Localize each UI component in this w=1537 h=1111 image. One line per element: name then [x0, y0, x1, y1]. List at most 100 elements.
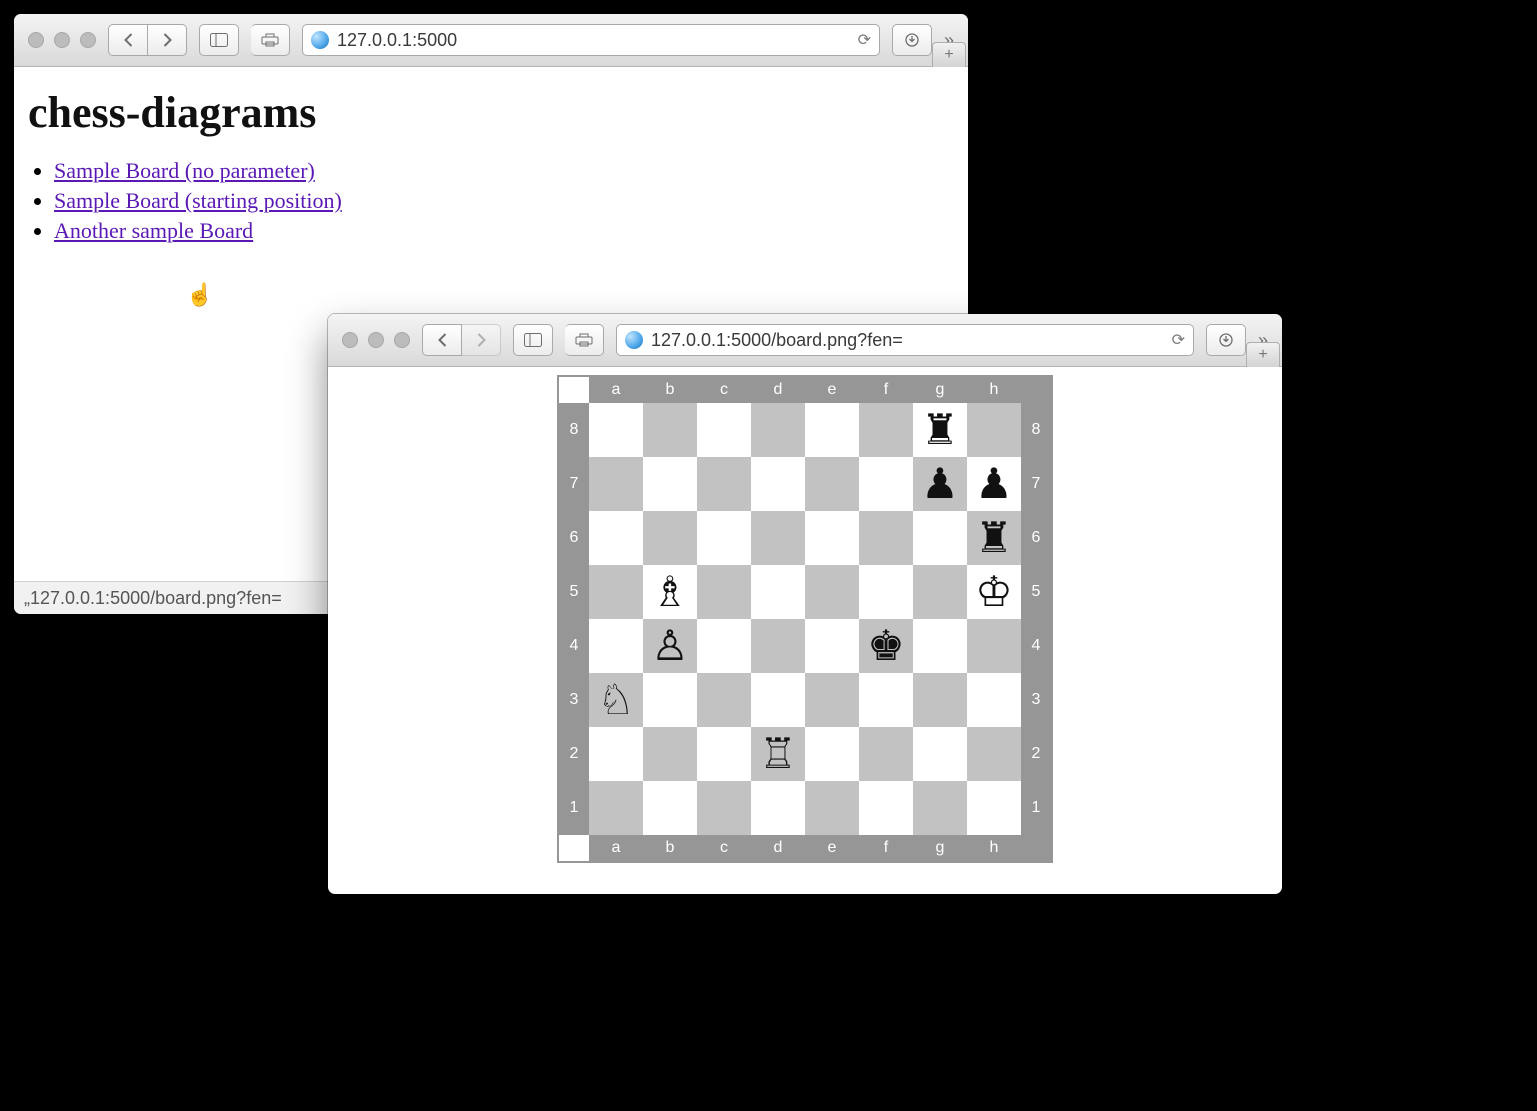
new-tab-button[interactable]: +	[932, 42, 966, 67]
forward-button[interactable]	[148, 24, 187, 56]
square-h8	[967, 403, 1021, 457]
sidebar-button[interactable]	[199, 24, 239, 56]
file-label: b	[643, 835, 697, 861]
file-label: d	[751, 835, 805, 861]
address-bar[interactable]: 127.0.0.1:5000/board.png?fen= ⟳	[616, 324, 1194, 356]
rank-label: 4	[1021, 619, 1051, 673]
square-f4: ♚	[859, 619, 913, 673]
rank-label: 2	[559, 727, 589, 781]
rank-label: 5	[559, 565, 589, 619]
square-d1	[751, 781, 805, 835]
square-h2	[967, 727, 1021, 781]
browser-window-board: 127.0.0.1:5000/board.png?fen= ⟳ » + abcd…	[328, 314, 1282, 894]
square-a3: ♘	[589, 673, 643, 727]
status-text: „127.0.0.1:5000/board.png?fen=	[24, 588, 282, 609]
square-h5: ♔	[967, 565, 1021, 619]
file-label: h	[967, 835, 1021, 861]
square-c7	[697, 457, 751, 511]
square-g2	[913, 727, 967, 781]
file-label: f	[859, 835, 913, 861]
sidebar-button[interactable]	[513, 324, 553, 356]
square-f6	[859, 511, 913, 565]
rank-label: 3	[559, 673, 589, 727]
square-f1	[859, 781, 913, 835]
rank-label: 5	[1021, 565, 1051, 619]
square-g3	[913, 673, 967, 727]
square-d2: ♖	[751, 727, 805, 781]
square-b2	[643, 727, 697, 781]
square-c5	[697, 565, 751, 619]
square-c1	[697, 781, 751, 835]
square-a2	[589, 727, 643, 781]
square-a6	[589, 511, 643, 565]
zoom-dot[interactable]	[394, 332, 410, 348]
square-g1	[913, 781, 967, 835]
minimize-dot[interactable]	[54, 32, 70, 48]
square-e8	[805, 403, 859, 457]
square-f3	[859, 673, 913, 727]
file-label: a	[589, 835, 643, 861]
file-label: a	[589, 377, 643, 403]
globe-icon	[311, 31, 329, 49]
file-label: g	[913, 835, 967, 861]
zoom-dot[interactable]	[80, 32, 96, 48]
square-h6: ♜	[967, 511, 1021, 565]
rank-label: 6	[1021, 511, 1051, 565]
square-b6	[643, 511, 697, 565]
file-label: e	[805, 377, 859, 403]
rank-label: 2	[1021, 727, 1051, 781]
address-bar[interactable]: 127.0.0.1:5000 ⟳	[302, 24, 880, 56]
rank-label: 8	[1021, 403, 1051, 457]
square-d3	[751, 673, 805, 727]
close-dot[interactable]	[342, 332, 358, 348]
back-button[interactable]	[108, 24, 148, 56]
square-d8	[751, 403, 805, 457]
square-f7	[859, 457, 913, 511]
square-g4	[913, 619, 967, 673]
downloads-button[interactable]	[892, 24, 932, 56]
list-item: Sample Board (starting position)	[54, 188, 954, 214]
back-button[interactable]	[422, 324, 462, 356]
square-c8	[697, 403, 751, 457]
square-a5	[589, 565, 643, 619]
file-label: h	[967, 377, 1021, 403]
hand-cursor-icon: ☝	[186, 282, 213, 308]
square-a1	[589, 781, 643, 835]
square-a4	[589, 619, 643, 673]
square-e5	[805, 565, 859, 619]
page-body-board: abcdefgh8♜87♟♟76♜65♗♔54♙♚43♘32♖211abcdef…	[328, 367, 1282, 894]
square-h7: ♟	[967, 457, 1021, 511]
link-sample-start[interactable]: Sample Board (starting position)	[54, 188, 342, 213]
file-label: c	[697, 835, 751, 861]
square-b4: ♙	[643, 619, 697, 673]
traffic-lights	[342, 332, 410, 348]
link-sample-noparam[interactable]: Sample Board (no parameter)	[54, 158, 315, 183]
globe-icon	[625, 331, 643, 349]
print-button[interactable]	[565, 324, 604, 356]
square-a8	[589, 403, 643, 457]
close-dot[interactable]	[28, 32, 44, 48]
list-item: Another sample Board	[54, 218, 954, 244]
square-h3	[967, 673, 1021, 727]
file-label: g	[913, 377, 967, 403]
square-e6	[805, 511, 859, 565]
square-b7	[643, 457, 697, 511]
link-sample-another[interactable]: Another sample Board	[54, 218, 253, 243]
rank-label: 8	[559, 403, 589, 457]
link-list: Sample Board (no parameter) Sample Board…	[54, 158, 954, 244]
forward-button[interactable]	[462, 324, 501, 356]
square-c4	[697, 619, 751, 673]
minimize-dot[interactable]	[368, 332, 384, 348]
print-button[interactable]	[251, 24, 290, 56]
reload-icon[interactable]: ⟳	[1172, 330, 1185, 350]
square-g5	[913, 565, 967, 619]
rank-label: 6	[559, 511, 589, 565]
reload-icon[interactable]: ⟳	[858, 30, 871, 50]
square-g6	[913, 511, 967, 565]
rank-label: 7	[559, 457, 589, 511]
rank-label: 1	[559, 781, 589, 835]
square-e3	[805, 673, 859, 727]
square-d7	[751, 457, 805, 511]
downloads-button[interactable]	[1206, 324, 1246, 356]
new-tab-button[interactable]: +	[1246, 342, 1280, 367]
